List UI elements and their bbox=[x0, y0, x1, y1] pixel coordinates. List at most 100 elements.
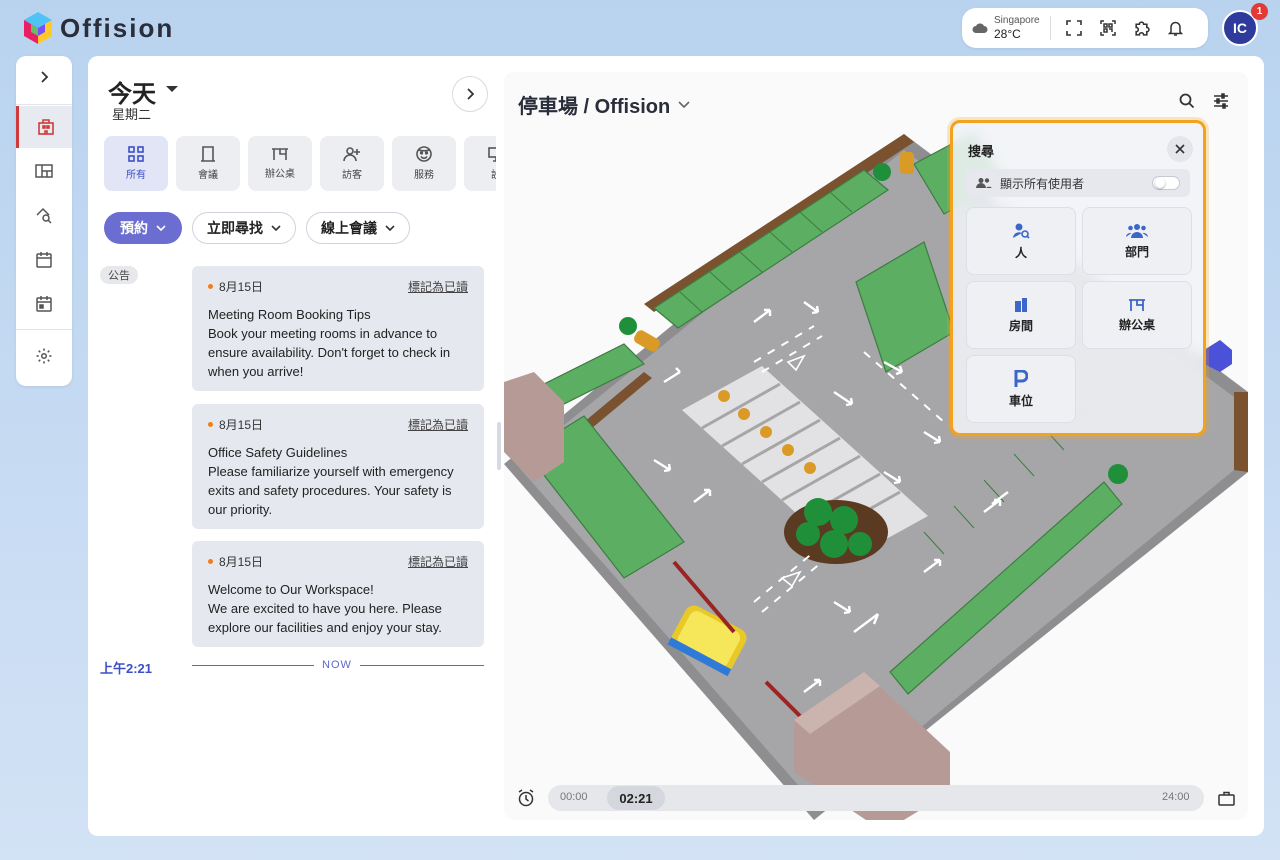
monitor-icon bbox=[488, 147, 496, 162]
door-icon bbox=[1015, 297, 1027, 312]
chevron-right-icon bbox=[41, 71, 49, 83]
search-department-tile[interactable]: 部門 bbox=[1082, 207, 1192, 275]
announcement-title: Welcome to Our Workspace! bbox=[208, 582, 374, 597]
chevron-down-icon bbox=[271, 225, 281, 231]
calendar-icon bbox=[36, 251, 52, 268]
person-add-icon bbox=[343, 147, 360, 162]
sidebar-item-bookings[interactable] bbox=[16, 282, 72, 324]
map-search-button[interactable] bbox=[1172, 86, 1202, 116]
announcement-date: 8月15日 bbox=[219, 280, 264, 294]
current-time-label: 上午2:21 bbox=[100, 661, 153, 676]
mark-read-link[interactable]: 標記為已讀 bbox=[408, 553, 468, 570]
time-slider-handle[interactable]: 02:21 bbox=[607, 786, 665, 810]
sidebar-expand-button[interactable] bbox=[16, 56, 72, 98]
alarm-clock-icon bbox=[518, 789, 534, 807]
parking-icon bbox=[1014, 369, 1028, 387]
unread-dot bbox=[208, 422, 213, 427]
online-meeting-button[interactable]: 線上會議 bbox=[306, 212, 410, 244]
time-slider-start: 00:00 bbox=[560, 791, 588, 803]
announcement-body: Book your meeting rooms in advance to en… bbox=[208, 326, 451, 379]
find-now-button[interactable]: 立即尋找 bbox=[192, 212, 296, 244]
category-filter-row: 所有 會議 辦公桌 訪客 服務 設 bbox=[104, 136, 496, 192]
search-popup: 搜尋 顯示所有使用者 人 部門 房間 辦公桌 車位 bbox=[950, 120, 1206, 436]
close-icon bbox=[1175, 144, 1185, 154]
chevron-down-icon bbox=[156, 225, 166, 231]
briefcase-icon bbox=[1217, 791, 1235, 806]
floorplan-icon bbox=[35, 164, 53, 178]
now-label: NOW bbox=[314, 659, 360, 671]
sliders-icon bbox=[1214, 93, 1228, 109]
unread-dot bbox=[208, 284, 213, 289]
door-icon bbox=[201, 146, 215, 162]
announcement-card[interactable]: 8月15日 標記為已讀 Office Safety Guidelines Ple… bbox=[192, 404, 484, 529]
category-visitor[interactable]: 訪客 bbox=[320, 136, 384, 191]
category-service[interactable]: 服務 bbox=[392, 136, 456, 191]
alarm-clock-button[interactable] bbox=[514, 786, 538, 810]
next-day-button[interactable] bbox=[452, 76, 488, 112]
book-button[interactable]: 預約 bbox=[104, 212, 182, 244]
person-search-icon bbox=[1013, 223, 1030, 239]
sidebar-item-find[interactable] bbox=[16, 194, 72, 236]
fullscreen-icon[interactable] bbox=[1057, 11, 1091, 45]
announcement-chip: 公告 bbox=[100, 266, 138, 284]
chevron-right-icon bbox=[467, 88, 474, 100]
caret-down-icon[interactable] bbox=[165, 85, 179, 93]
announcement-date: 8月15日 bbox=[219, 555, 264, 569]
puzzle-icon[interactable] bbox=[1125, 11, 1159, 45]
sidebar-item-calendar[interactable] bbox=[16, 238, 72, 280]
building-icon bbox=[37, 119, 54, 135]
announcement-card[interactable]: 8月15日 標記為已讀 Meeting Room Booking Tips Bo… bbox=[192, 266, 484, 391]
weather-temp: 28°C bbox=[994, 27, 1021, 41]
notification-badge: 1 bbox=[1251, 3, 1268, 20]
qr-scan-icon[interactable] bbox=[1091, 11, 1125, 45]
search-person-tile[interactable]: 人 bbox=[966, 207, 1076, 275]
chevron-down-icon bbox=[385, 225, 395, 231]
announcement-date: 8月15日 bbox=[219, 418, 264, 432]
category-all[interactable]: 所有 bbox=[104, 136, 168, 191]
search-desk-tile[interactable]: 辦公桌 bbox=[1082, 281, 1192, 349]
briefcase-button[interactable] bbox=[1214, 786, 1238, 810]
desk-icon bbox=[272, 148, 288, 160]
logo-cube-icon bbox=[24, 12, 52, 44]
chevron-down-icon bbox=[678, 100, 690, 108]
sidebar-item-home[interactable] bbox=[16, 106, 72, 148]
today-weekday: 星期二 bbox=[112, 107, 152, 122]
topbar-controls: Singapore 28°C bbox=[962, 8, 1208, 48]
mark-read-link[interactable]: 標記為已讀 bbox=[408, 416, 468, 433]
mark-read-link[interactable]: 標記為已讀 bbox=[408, 278, 468, 295]
search-icon bbox=[1179, 93, 1195, 109]
time-slider-end: 24:00 bbox=[1162, 791, 1190, 803]
unread-dot bbox=[208, 559, 213, 564]
app-name: Offision bbox=[60, 12, 175, 43]
show-all-users-toggle[interactable] bbox=[1152, 176, 1180, 190]
announcement-title: Meeting Room Booking Tips bbox=[208, 307, 371, 322]
category-equipment[interactable]: 設 bbox=[464, 136, 496, 191]
search-room-tile[interactable]: 房間 bbox=[966, 281, 1076, 349]
desk-icon bbox=[1129, 298, 1145, 311]
sidebar-item-floorplan[interactable] bbox=[16, 150, 72, 192]
gear-icon bbox=[36, 348, 52, 364]
close-button[interactable] bbox=[1167, 136, 1193, 162]
calendar-check-icon bbox=[36, 295, 52, 312]
search-parking-tile[interactable]: 車位 bbox=[966, 355, 1076, 423]
map-filter-button[interactable] bbox=[1206, 86, 1236, 116]
announcement-title: Office Safety Guidelines bbox=[208, 445, 348, 460]
category-meeting[interactable]: 會議 bbox=[176, 136, 240, 191]
weather-widget[interactable]: Singapore 28°C bbox=[972, 16, 1051, 40]
category-desk[interactable]: 辦公桌 bbox=[248, 136, 312, 191]
cloud-icon bbox=[972, 23, 988, 33]
bell-icon[interactable] bbox=[1159, 11, 1193, 45]
weather-city: Singapore bbox=[994, 15, 1040, 26]
announcement-card[interactable]: 8月15日 標記為已讀 Welcome to Our Workspace! We… bbox=[192, 541, 484, 647]
panel-resize-handle[interactable] bbox=[497, 422, 501, 470]
grid-icon bbox=[128, 146, 144, 162]
group-icon bbox=[1126, 223, 1148, 238]
app-logo[interactable]: Offision bbox=[22, 10, 174, 46]
announcement-body: We are excited to have you here. Please … bbox=[208, 601, 442, 635]
left-sidebar bbox=[16, 56, 72, 386]
search-location-icon bbox=[36, 207, 52, 224]
map-title[interactable]: 停車場 / Offision bbox=[518, 90, 690, 119]
sidebar-item-settings[interactable] bbox=[16, 335, 72, 377]
announcement-body: Please familiarize yourself with emergen… bbox=[208, 464, 454, 517]
show-all-users-row: 顯示所有使用者 bbox=[966, 169, 1190, 197]
